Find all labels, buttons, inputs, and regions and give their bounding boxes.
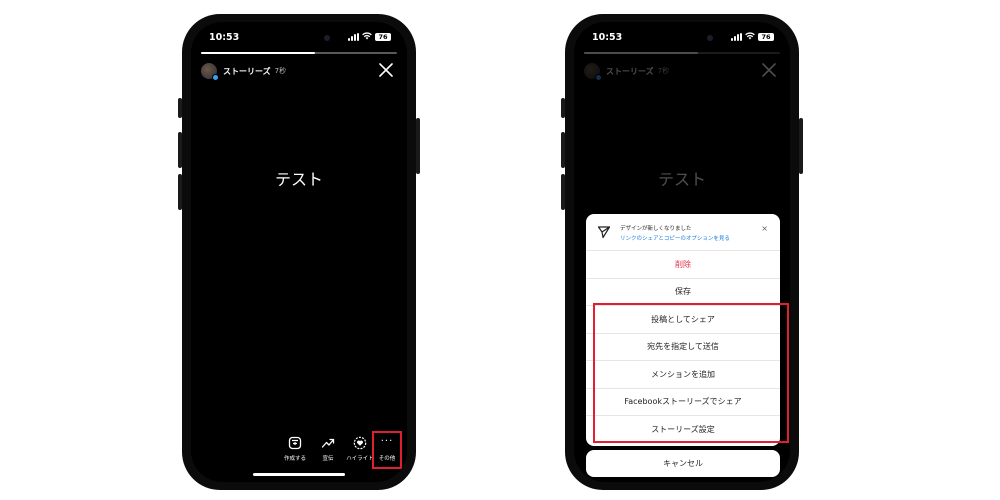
boost-label: 宣伝 [322,456,334,462]
boost-button[interactable]: 宣伝 [312,436,344,462]
status-time: 10:53 [209,32,240,43]
avatar [584,63,602,81]
camera-dot [324,35,330,41]
phone-right: 10:53 76 ストーリーズ 7秒 テスト デザインが新しくなりました リンク… [561,14,803,490]
story-header: ストーリーズ 7秒 [584,60,780,82]
banner-close-icon[interactable]: × [761,224,768,233]
mute-switch [178,98,182,118]
story-elapsed-time: 7秒 [274,67,287,75]
story-progress-bar [201,52,397,54]
create-icon [288,436,302,450]
story-progress-fill [201,52,315,54]
volume-down-button [561,174,565,210]
status-icons: 76 [348,32,391,42]
add-story-badge-icon [212,74,219,81]
design-update-banner: デザインが新しくなりました リンクのシェアとコピーのオプションを見る × [586,214,780,251]
banner-title: デザインが新しくなりました [620,226,692,232]
close-icon [762,63,776,77]
screen: 10:53 76 ストーリーズ 7秒 テスト [191,22,407,482]
save-button[interactable]: 保存 [586,279,780,306]
status-bar: 10:53 76 [191,22,407,50]
add-story-badge-icon [595,74,602,81]
dynamic-island [256,28,342,48]
avatar[interactable] [201,63,219,81]
power-button [416,118,420,174]
volume-up-button [561,132,565,168]
story-elapsed-time: 7秒 [657,67,670,75]
mute-switch [561,98,565,118]
home-indicator[interactable] [253,473,345,476]
home-indicator[interactable] [636,473,728,476]
more-button-highlight [372,431,402,469]
create-label: 作成する [283,456,306,462]
phone-left: 10:53 76 ストーリーズ 7秒 テスト 作成する 宣伝 ハイライト ···… [178,14,420,490]
story-header: ストーリーズ 7秒 [201,60,397,82]
volume-down-button [178,174,182,210]
wifi-icon [362,32,372,42]
story-username[interactable]: ストーリーズ [223,66,271,77]
share-send-icon [597,226,611,239]
story-content-text: テスト [657,170,706,189]
volume-up-button [178,132,182,168]
story-username: ストーリーズ [606,66,654,76]
menu-items-highlight [593,303,789,443]
trending-icon [321,438,335,448]
screen: 10:53 76 ストーリーズ 7秒 テスト [574,22,790,482]
delete-button[interactable]: 削除 [586,251,780,279]
story-progress-bar [584,52,780,54]
story-progress-fill [584,52,698,54]
close-icon[interactable] [377,61,395,79]
battery-icon: 76 [375,33,391,41]
highlight-heart-icon [353,436,367,450]
power-button [799,118,803,174]
create-button[interactable]: 作成する [279,436,311,462]
story-content-text: テスト [274,170,323,189]
signal-icon [348,33,359,41]
banner-options-link[interactable]: リンクのシェアとコピーのオプションを見る [620,234,730,242]
